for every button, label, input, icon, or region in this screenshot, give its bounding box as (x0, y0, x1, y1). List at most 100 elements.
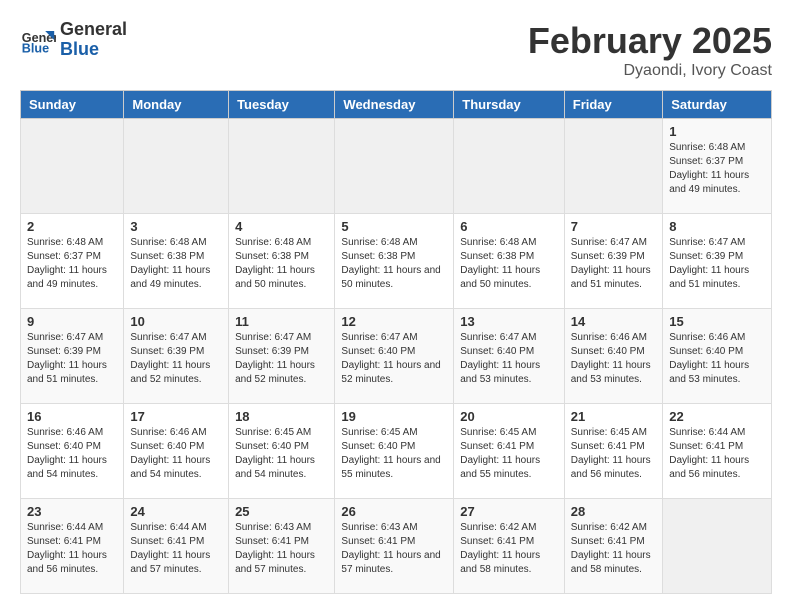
header-day: Sunday (21, 91, 124, 119)
logo-text: General Blue (60, 20, 127, 60)
day-info: Sunrise: 6:47 AM Sunset: 6:39 PM Dayligh… (235, 331, 328, 387)
day-info: Sunrise: 6:47 AM Sunset: 6:40 PM Dayligh… (460, 331, 558, 387)
day-number: 12 (341, 314, 447, 329)
calendar-cell: 8 Sunrise: 6:47 AM Sunset: 6:39 PM Daylig… (663, 214, 772, 309)
day-info: Sunrise: 6:48 AM Sunset: 6:38 PM Dayligh… (130, 236, 222, 292)
calendar-cell (124, 119, 229, 214)
day-number: 9 (27, 314, 117, 329)
day-info: Sunrise: 6:45 AM Sunset: 6:40 PM Dayligh… (341, 426, 447, 482)
calendar-cell: 13 Sunrise: 6:47 AM Sunset: 6:40 PM Dayli… (454, 309, 565, 404)
day-info: Sunrise: 6:42 AM Sunset: 6:41 PM Dayligh… (460, 521, 558, 577)
day-info: Sunrise: 6:46 AM Sunset: 6:40 PM Dayligh… (571, 331, 656, 387)
day-info: Sunrise: 6:45 AM Sunset: 6:41 PM Dayligh… (571, 426, 656, 482)
calendar-cell: 18 Sunrise: 6:45 AM Sunset: 6:40 PM Dayli… (229, 404, 335, 499)
logo-general: General (60, 20, 127, 40)
day-info: Sunrise: 6:44 AM Sunset: 6:41 PM Dayligh… (669, 426, 765, 482)
day-number: 15 (669, 314, 765, 329)
day-info: Sunrise: 6:47 AM Sunset: 6:39 PM Dayligh… (571, 236, 656, 292)
day-info: Sunrise: 6:47 AM Sunset: 6:39 PM Dayligh… (669, 236, 765, 292)
calendar-cell (21, 119, 124, 214)
day-number: 14 (571, 314, 656, 329)
day-info: Sunrise: 6:46 AM Sunset: 6:40 PM Dayligh… (27, 426, 117, 482)
day-number: 13 (460, 314, 558, 329)
calendar-cell: 23 Sunrise: 6:44 AM Sunset: 6:41 PM Dayli… (21, 499, 124, 594)
calendar-cell: 27 Sunrise: 6:42 AM Sunset: 6:41 PM Dayli… (454, 499, 565, 594)
day-info: Sunrise: 6:42 AM Sunset: 6:41 PM Dayligh… (571, 521, 656, 577)
day-info: Sunrise: 6:47 AM Sunset: 6:40 PM Dayligh… (341, 331, 447, 387)
day-number: 23 (27, 504, 117, 519)
day-number: 18 (235, 409, 328, 424)
day-number: 4 (235, 219, 328, 234)
day-number: 8 (669, 219, 765, 234)
calendar-cell: 9Sunrise: 6:47 AM Sunset: 6:39 PM Daylig… (21, 309, 124, 404)
day-number: 2 (27, 219, 117, 234)
day-info: Sunrise: 6:46 AM Sunset: 6:40 PM Dayligh… (130, 426, 222, 482)
day-info: Sunrise: 6:43 AM Sunset: 6:41 PM Dayligh… (341, 521, 447, 577)
header-day: Friday (564, 91, 662, 119)
calendar-cell: 4 Sunrise: 6:48 AM Sunset: 6:38 PM Daylig… (229, 214, 335, 309)
header-day: Thursday (454, 91, 565, 119)
day-number: 1 (669, 124, 765, 139)
day-number: 3 (130, 219, 222, 234)
calendar-cell: 24Sunrise: 6:44 AM Sunset: 6:41 PM Dayli… (124, 499, 229, 594)
header: General Blue General Blue February 2025 … (20, 20, 772, 80)
day-number: 10 (130, 314, 222, 329)
calendar-cell: 12 Sunrise: 6:47 AM Sunset: 6:40 PM Dayli… (335, 309, 454, 404)
calendar-cell: 21 Sunrise: 6:45 AM Sunset: 6:41 PM Dayli… (564, 404, 662, 499)
day-info: Sunrise: 6:44 AM Sunset: 6:41 PM Dayligh… (130, 521, 222, 577)
calendar-cell (564, 119, 662, 214)
calendar-cell (663, 499, 772, 594)
day-info: Sunrise: 6:48 AM Sunset: 6:37 PM Dayligh… (27, 236, 117, 292)
calendar-cell: 3 Sunrise: 6:48 AM Sunset: 6:38 PM Daylig… (124, 214, 229, 309)
day-info: Sunrise: 6:48 AM Sunset: 6:38 PM Dayligh… (460, 236, 558, 292)
calendar-week: 1 Sunrise: 6:48 AM Sunset: 6:37 PM Daylig… (21, 119, 772, 214)
calendar-cell: 11 Sunrise: 6:47 AM Sunset: 6:39 PM Dayli… (229, 309, 335, 404)
day-info: Sunrise: 6:48 AM Sunset: 6:38 PM Dayligh… (341, 236, 447, 292)
calendar-cell: 17Sunrise: 6:46 AM Sunset: 6:40 PM Dayli… (124, 404, 229, 499)
month-title: February 2025 (528, 20, 772, 62)
header-day: Monday (124, 91, 229, 119)
day-info: Sunrise: 6:45 AM Sunset: 6:41 PM Dayligh… (460, 426, 558, 482)
calendar-cell: 20Sunrise: 6:45 AM Sunset: 6:41 PM Dayli… (454, 404, 565, 499)
day-number: 11 (235, 314, 328, 329)
calendar-cell: 16 Sunrise: 6:46 AM Sunset: 6:40 PM Dayli… (21, 404, 124, 499)
day-info: Sunrise: 6:44 AM Sunset: 6:41 PM Dayligh… (27, 521, 117, 577)
day-number: 27 (460, 504, 558, 519)
calendar-cell: 6 Sunrise: 6:48 AM Sunset: 6:38 PM Daylig… (454, 214, 565, 309)
title-area: February 2025 Dyaondi, Ivory Coast (528, 20, 772, 80)
logo-icon: General Blue (20, 22, 56, 58)
calendar-cell: 5 Sunrise: 6:48 AM Sunset: 6:38 PM Daylig… (335, 214, 454, 309)
day-number: 21 (571, 409, 656, 424)
logo-blue: Blue (60, 40, 127, 60)
day-number: 5 (341, 219, 447, 234)
calendar-cell: 7 Sunrise: 6:47 AM Sunset: 6:39 PM Daylig… (564, 214, 662, 309)
calendar-week: 9 Sunrise: 6:47 AM Sunset: 6:39 PM Daylig… (21, 309, 772, 404)
header-row: SundayMondayTuesdayWednesdayThursdayFrid… (21, 91, 772, 119)
calendar-cell (335, 119, 454, 214)
calendar-cell: 15 Sunrise: 6:46 AM Sunset: 6:40 PM Dayli… (663, 309, 772, 404)
day-info: Sunrise: 6:43 AM Sunset: 6:41 PM Dayligh… (235, 521, 328, 577)
day-number: 25 (235, 504, 328, 519)
day-info: Sunrise: 6:48 AM Sunset: 6:37 PM Dayligh… (669, 141, 765, 197)
day-number: 16 (27, 409, 117, 424)
calendar-week: 2 Sunrise: 6:48 AM Sunset: 6:37 PM Daylig… (21, 214, 772, 309)
day-info: Sunrise: 6:47 AM Sunset: 6:39 PM Dayligh… (130, 331, 222, 387)
header-day: Tuesday (229, 91, 335, 119)
day-number: 6 (460, 219, 558, 234)
location-title: Dyaondi, Ivory Coast (528, 62, 772, 80)
day-number: 19 (341, 409, 447, 424)
calendar-cell: 10 Sunrise: 6:47 AM Sunset: 6:39 PM Dayli… (124, 309, 229, 404)
calendar-cell (454, 119, 565, 214)
calendar-cell: 22 Sunrise: 6:44 AM Sunset: 6:41 PM Dayli… (663, 404, 772, 499)
day-number: 28 (571, 504, 656, 519)
logo: General Blue General Blue (20, 20, 127, 60)
day-info: Sunrise: 6:48 AM Sunset: 6:38 PM Dayligh… (235, 236, 328, 292)
calendar-cell (229, 119, 335, 214)
calendar-cell: 14 Sunrise: 6:46 AM Sunset: 6:40 PM Dayli… (564, 309, 662, 404)
day-info: Sunrise: 6:46 AM Sunset: 6:40 PM Dayligh… (669, 331, 765, 387)
calendar-cell: 1 Sunrise: 6:48 AM Sunset: 6:37 PM Daylig… (663, 119, 772, 214)
day-number: 22 (669, 409, 765, 424)
day-info: Sunrise: 6:45 AM Sunset: 6:40 PM Dayligh… (235, 426, 328, 482)
header-day: Wednesday (335, 91, 454, 119)
day-number: 7 (571, 219, 656, 234)
